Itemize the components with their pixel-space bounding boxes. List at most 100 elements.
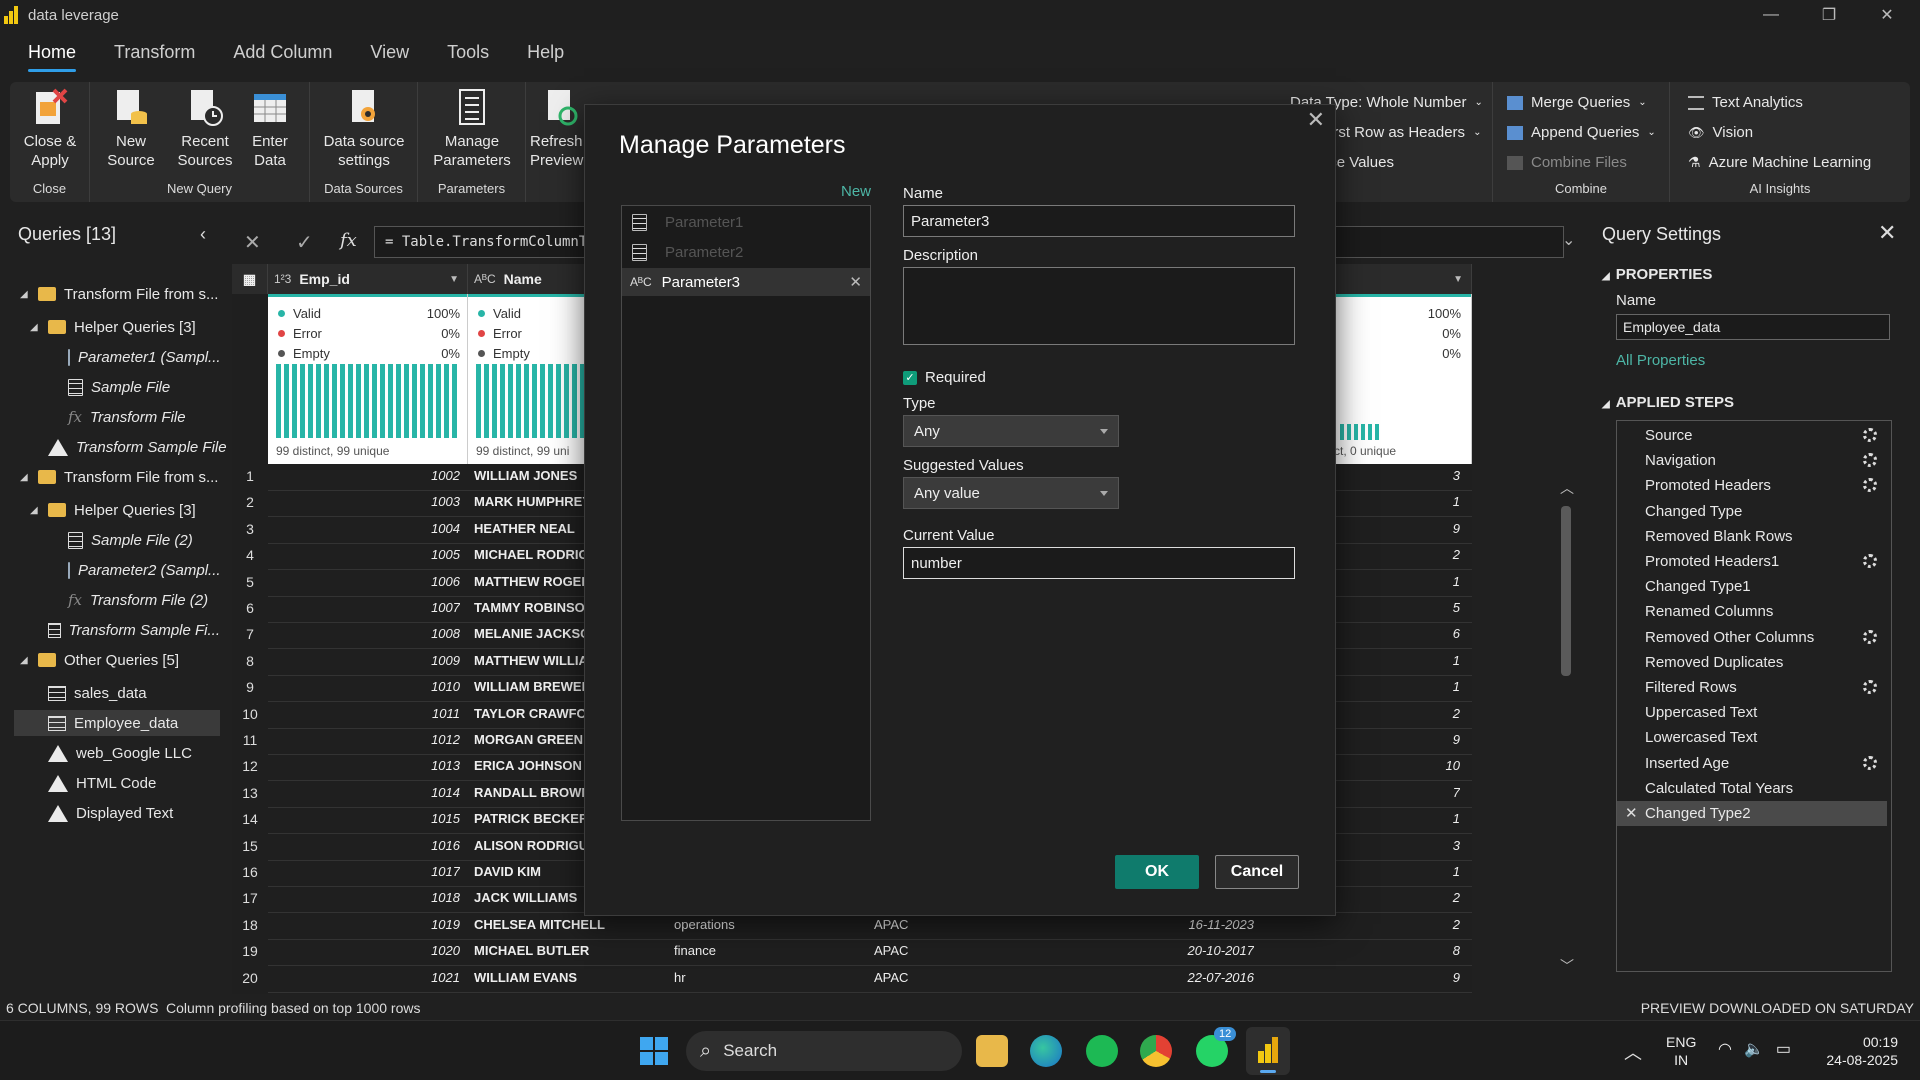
powerbi-taskbar-button[interactable] xyxy=(1246,1027,1290,1075)
gear-icon[interactable] xyxy=(1863,428,1877,442)
query-item[interactable]: ◢ Helper Queries [3] xyxy=(0,314,220,340)
query-item[interactable]: ◢ Transform File from s... xyxy=(0,281,220,307)
query-item[interactable]: Displayed Text xyxy=(0,800,220,826)
append-queries-button[interactable]: Append Queries ⌄ xyxy=(1507,124,1656,141)
applied-step[interactable]: Filtered Rows xyxy=(1617,675,1887,700)
applied-steps-header[interactable]: ◢ APPLIED STEPS xyxy=(1602,394,1734,411)
combine-files-button[interactable]: Combine Files xyxy=(1507,154,1627,171)
query-item[interactable]: Sample File (2) xyxy=(0,527,220,553)
applied-step[interactable]: Navigation xyxy=(1617,448,1887,473)
applied-step[interactable]: Removed Duplicates xyxy=(1617,650,1887,675)
system-tray[interactable]: ◠ 🔈 ▭ xyxy=(1718,1039,1791,1059)
tab-transform[interactable]: Transform xyxy=(104,30,217,78)
applied-step[interactable]: Lowercased Text xyxy=(1617,725,1887,750)
gear-icon[interactable] xyxy=(1863,453,1877,468)
spotify-icon[interactable] xyxy=(1086,1035,1118,1067)
new-parameter-link[interactable]: New xyxy=(841,183,871,200)
tab-help[interactable]: Help xyxy=(517,30,586,78)
query-item[interactable]: Parameter2 (Sampl... xyxy=(0,557,221,583)
required-checkbox[interactable]: ✓ Required xyxy=(903,369,986,386)
table-row[interactable] xyxy=(268,991,1472,993)
applied-step[interactable]: Uppercased Text xyxy=(1617,700,1887,725)
gear-icon[interactable] xyxy=(1863,554,1877,568)
description-input[interactable] xyxy=(903,267,1295,345)
merge-queries-button[interactable]: Merge Queries ⌄ xyxy=(1507,94,1647,111)
cancel-button[interactable]: Cancel xyxy=(1215,855,1299,889)
gear-icon[interactable] xyxy=(1863,629,1877,644)
status-profiling[interactable]: Column profiling based on top 1000 rows xyxy=(166,1000,421,1016)
query-item[interactable]: ◢ Other Queries [5] xyxy=(0,647,220,673)
vision-button[interactable]: 👁 Vision xyxy=(1688,124,1753,141)
collapse-pane-icon[interactable]: ‹ xyxy=(200,224,206,245)
column-header-last[interactable]: ▼ xyxy=(1332,264,1472,294)
new-source-button[interactable]: New Source xyxy=(100,88,162,170)
gear-icon[interactable] xyxy=(1863,680,1877,694)
column-filter-icon[interactable]: ▼ xyxy=(1453,274,1463,285)
parameter-item[interactable]: Parameter1 xyxy=(622,208,870,236)
properties-header[interactable]: ◢ PROPERTIES xyxy=(1602,266,1712,283)
applied-step[interactable]: Promoted Headers1 xyxy=(1617,549,1887,574)
close-apply-button[interactable]: Close & Apply xyxy=(10,88,90,170)
expand-triangle-icon[interactable]: ◢ xyxy=(30,505,40,516)
dialog-close-icon[interactable]: ✕ xyxy=(1307,107,1325,133)
windows-start-icon[interactable] xyxy=(640,1037,668,1065)
query-item[interactable]: fx Transform File (2) xyxy=(0,587,220,613)
close-window-button[interactable]: ✕ xyxy=(1858,0,1916,30)
recent-sources-button[interactable]: Recent Sources xyxy=(170,88,240,170)
edge-browser-icon[interactable] xyxy=(1030,1035,1062,1067)
applied-step[interactable]: Changed Type1 xyxy=(1617,574,1887,599)
expand-triangle-icon[interactable]: ◢ xyxy=(20,289,30,300)
expand-triangle-icon[interactable]: ◢ xyxy=(20,655,30,666)
show-hidden-icons-icon[interactable]: ︿ xyxy=(1624,1039,1642,1065)
type-select[interactable]: Any xyxy=(903,415,1119,447)
expand-triangle-icon[interactable]: ◢ xyxy=(20,472,30,483)
minimize-button[interactable]: — xyxy=(1742,0,1800,30)
parameter-item-selected[interactable]: AᴮC Parameter3 ✕ xyxy=(622,268,870,296)
fx-icon[interactable]: fx xyxy=(340,230,357,251)
query-item[interactable]: ◢ Helper Queries [3] xyxy=(0,497,220,523)
delete-step-icon[interactable]: ✕ xyxy=(1625,801,1638,826)
column-header-emp-id[interactable]: 1²3 Emp_id ▼ xyxy=(268,264,468,294)
suggested-values-select[interactable]: Any value xyxy=(903,477,1119,509)
applied-step[interactable]: Removed Blank Rows xyxy=(1617,524,1887,549)
ok-button[interactable]: OK xyxy=(1115,855,1199,889)
applied-step[interactable]: ✕ Changed Type2 xyxy=(1617,801,1887,826)
azure-ml-button[interactable]: ⚗ Azure Machine Learning xyxy=(1688,154,1871,171)
query-item[interactable]: ◢ Transform File from s... xyxy=(0,464,220,490)
table-row[interactable] xyxy=(268,938,1472,940)
scroll-down-icon[interactable]: ﹀ xyxy=(1560,956,1574,976)
query-item[interactable]: Transform Sample File xyxy=(0,434,227,460)
gear-icon[interactable] xyxy=(1863,755,1877,770)
chrome-icon[interactable] xyxy=(1140,1035,1172,1067)
query-item[interactable]: HTML Code xyxy=(0,770,220,796)
cancel-formula-icon[interactable]: ✕ xyxy=(244,230,261,255)
query-item[interactable]: Transform Sample Fi... xyxy=(0,617,220,643)
applied-step[interactable]: Changed Type xyxy=(1617,499,1887,524)
tab-add-column[interactable]: Add Column xyxy=(223,30,354,78)
tab-view[interactable]: View xyxy=(360,30,431,78)
data-source-settings-button[interactable]: Data source settings xyxy=(310,88,418,170)
parameter-item[interactable]: Parameter2 xyxy=(622,238,870,266)
table-menu-icon[interactable]: ▦ xyxy=(232,264,268,294)
tab-tools[interactable]: Tools xyxy=(437,30,511,78)
vertical-scrollbar[interactable]: ︿ ﹀ xyxy=(1560,478,1574,978)
applied-step[interactable]: Removed Other Columns xyxy=(1617,625,1887,650)
language-indicator[interactable]: ENG IN xyxy=(1666,1033,1696,1069)
query-item[interactable]: Parameter1 (Sampl... xyxy=(0,344,221,370)
applied-step[interactable]: Inserted Age xyxy=(1617,751,1887,776)
column-filter-icon[interactable]: ▼ xyxy=(449,274,459,285)
file-explorer-icon[interactable] xyxy=(976,1035,1008,1067)
expand-triangle-icon[interactable]: ◢ xyxy=(30,322,40,333)
table-row[interactable] xyxy=(268,965,1472,967)
applied-step[interactable]: Renamed Columns xyxy=(1617,599,1887,624)
all-properties-link[interactable]: All Properties xyxy=(1616,352,1705,369)
query-item[interactable]: web_Google LLC xyxy=(0,740,220,766)
delete-parameter-icon[interactable]: ✕ xyxy=(849,273,862,291)
query-name-input[interactable]: Employee_data xyxy=(1616,314,1890,340)
scroll-up-icon[interactable]: ︿ xyxy=(1560,478,1574,498)
query-item[interactable]: fx Transform File xyxy=(0,404,220,430)
applied-step[interactable]: Calculated Total Years xyxy=(1617,776,1887,801)
query-item[interactable]: Sample File xyxy=(0,374,220,400)
whatsapp-icon[interactable]: 12 xyxy=(1196,1027,1237,1067)
commit-formula-icon[interactable]: ✓ xyxy=(296,230,313,255)
